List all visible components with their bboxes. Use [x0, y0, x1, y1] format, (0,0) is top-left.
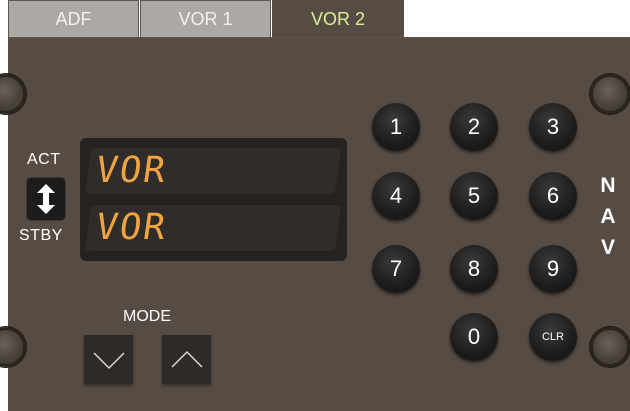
- swap-arrows-icon: [37, 184, 55, 214]
- swap-frequency-button[interactable]: [26, 177, 66, 221]
- stby-label: STBY: [19, 227, 63, 244]
- key-2[interactable]: 2: [450, 103, 498, 151]
- nav-label-v: V: [600, 236, 615, 259]
- key-3[interactable]: 3: [529, 103, 577, 151]
- nav-label-a: A: [600, 205, 616, 228]
- key-0[interactable]: 0: [450, 313, 498, 361]
- key-5[interactable]: 5: [450, 172, 498, 220]
- chevron-up-icon: [170, 350, 203, 368]
- tab-vor-1[interactable]: VOR 1: [140, 0, 271, 38]
- active-frequency: VOR: [84, 148, 342, 194]
- key-7[interactable]: 7: [372, 245, 420, 293]
- key-1[interactable]: 1: [372, 103, 420, 151]
- tab-vor-2[interactable]: VOR 2: [272, 0, 404, 38]
- standby-frequency: VOR: [84, 205, 342, 251]
- tab-adf[interactable]: ADF: [8, 0, 139, 38]
- clear-button[interactable]: CLR: [529, 313, 577, 361]
- key-6[interactable]: 6: [529, 172, 577, 220]
- mode-up-button[interactable]: [162, 335, 211, 384]
- frequency-display: VOR VOR: [80, 138, 347, 261]
- chevron-down-icon: [92, 351, 125, 369]
- screw-icon: [590, 74, 630, 114]
- nav-label-n: N: [600, 174, 616, 197]
- key-9[interactable]: 9: [529, 245, 577, 293]
- mode-label: MODE: [123, 308, 171, 325]
- key-4[interactable]: 4: [372, 172, 420, 220]
- key-8[interactable]: 8: [450, 245, 498, 293]
- mode-down-button[interactable]: [84, 335, 133, 384]
- act-label: ACT: [27, 151, 61, 168]
- screw-icon: [590, 327, 630, 367]
